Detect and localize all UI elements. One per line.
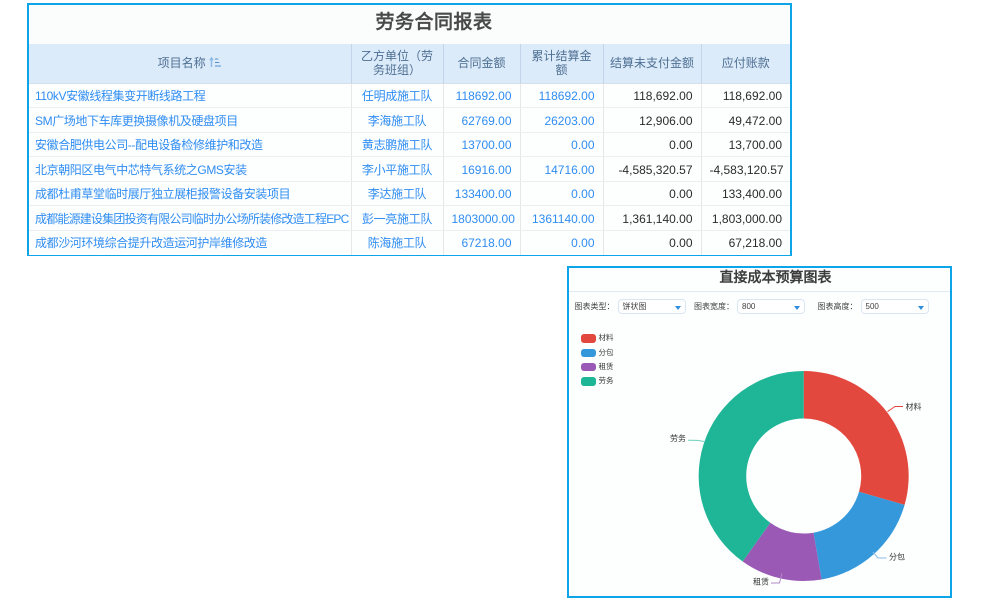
svg-text:劳务: 劳务 bbox=[670, 433, 686, 443]
svg-text:租赁: 租赁 bbox=[753, 577, 769, 587]
svg-text:分包: 分包 bbox=[889, 552, 905, 562]
svg-text:材料: 材料 bbox=[906, 401, 922, 411]
